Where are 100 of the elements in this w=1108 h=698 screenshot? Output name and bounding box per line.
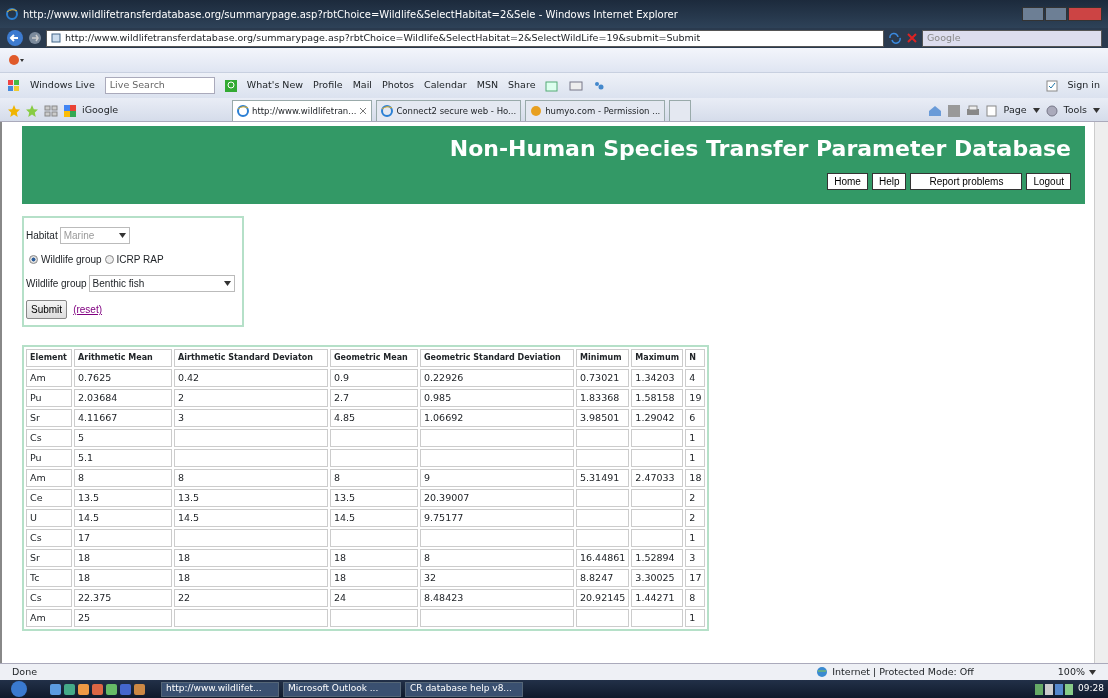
column-header: N xyxy=(685,349,706,367)
table-cell: 8 xyxy=(174,469,328,487)
browser-tab[interactable]: humyo.com - Permission ... xyxy=(525,100,666,121)
wildlife-group-select[interactable]: Benthic fish xyxy=(88,275,235,292)
page-icon xyxy=(985,104,998,117)
minimize-button[interactable] xyxy=(1022,7,1044,21)
checkbox-icon[interactable] xyxy=(1045,79,1058,92)
favorite-link[interactable]: iGoogle xyxy=(82,103,119,118)
zoom-control[interactable]: 100% xyxy=(1057,664,1085,680)
table-cell: Pu xyxy=(26,389,72,407)
table-cell: 1.44271 xyxy=(631,589,684,607)
toolbar-link[interactable]: Mail xyxy=(352,78,372,93)
home-icon[interactable] xyxy=(927,104,942,117)
caret-icon[interactable] xyxy=(1093,108,1100,113)
table-cell: 32 xyxy=(420,569,574,587)
table-cell: 1.83368 xyxy=(576,389,630,407)
radio-label: ICRP RAP xyxy=(116,253,164,267)
toolbar-link[interactable]: Profile xyxy=(313,78,343,93)
table-cell xyxy=(576,609,630,627)
table-cell: 5 xyxy=(74,429,172,447)
table-cell: 2 xyxy=(685,489,706,507)
table-cell xyxy=(631,449,684,467)
command-menu[interactable]: Tools xyxy=(1063,103,1087,118)
nav-button[interactable]: Logout xyxy=(1026,173,1071,190)
favorites-star-icon[interactable] xyxy=(8,104,20,117)
column-header: Geometric Standard Deviation xyxy=(420,349,574,367)
table-cell xyxy=(631,529,684,547)
quick-launch-icon[interactable] xyxy=(134,683,145,695)
nav-button[interactable]: Report problems xyxy=(910,173,1023,190)
site-icon xyxy=(530,105,543,117)
refresh-icon[interactable] xyxy=(888,32,902,44)
forward-icon[interactable] xyxy=(28,31,42,45)
taskbar-button[interactable]: http://www.wildlifet... xyxy=(161,681,279,697)
tab-grid-icon[interactable] xyxy=(44,104,58,117)
submit-button[interactable]: Submit xyxy=(26,300,68,319)
table-cell: 8.8247 xyxy=(576,569,630,587)
table-cell: 22 xyxy=(174,589,328,607)
nav-button[interactable]: Home xyxy=(827,173,868,190)
field-label: Wildlife group xyxy=(26,277,87,291)
quick-launch-icon[interactable] xyxy=(120,683,131,695)
radio-button[interactable] xyxy=(29,255,38,264)
caret-icon[interactable] xyxy=(1089,669,1096,675)
command-menu[interactable]: Page xyxy=(1003,103,1027,118)
caret-icon[interactable] xyxy=(1032,108,1040,113)
quick-launch-icon[interactable] xyxy=(92,683,103,695)
toolbar-icon[interactable] xyxy=(8,54,24,66)
reset-link[interactable]: (reset) xyxy=(73,302,103,317)
live-search-field[interactable]: Live Search xyxy=(104,77,215,94)
new-tab-button[interactable] xyxy=(669,100,692,121)
table-cell: 0.73021 xyxy=(576,369,630,387)
quick-launch-icon[interactable] xyxy=(78,683,89,695)
table-cell: 18 xyxy=(74,569,172,587)
table-cell xyxy=(576,509,630,527)
table-cell xyxy=(576,529,630,547)
search-icon[interactable] xyxy=(224,79,237,92)
table-cell: U xyxy=(26,509,72,527)
quick-launch-icon[interactable] xyxy=(50,683,61,695)
stop-icon[interactable] xyxy=(906,32,918,44)
address-field[interactable]: http://www.wildlifetransferdatabase.org/summarypage.asp?rbtChoice=Wildlife&SelectHabitat=2&SelectWildLife=19&submit=Submit xyxy=(46,29,884,47)
windows-live-link[interactable]: Windows Live xyxy=(30,78,95,93)
table-cell: 4.11667 xyxy=(74,409,172,427)
table-cell: 14.5 xyxy=(174,509,328,527)
sign-in-link[interactable]: Sign in xyxy=(1067,78,1100,93)
taskbar-button[interactable]: Microsoft Outlook ... xyxy=(283,681,401,697)
toolbar-link[interactable]: Share xyxy=(508,78,536,93)
quick-launch-icon[interactable] xyxy=(106,683,117,695)
table-cell: 20.39007 xyxy=(420,489,574,507)
table-cell: 9 xyxy=(420,469,574,487)
taskbar-button[interactable]: CR database help v8... xyxy=(405,681,523,697)
table-cell xyxy=(631,429,684,447)
scrollbar[interactable] xyxy=(1094,122,1108,663)
tab-label: humyo.com - Permission ... xyxy=(545,104,661,118)
window-title: http://www.wildlifetransferdatabase.org/summarypage.asp?rbtChoice=Wildlife&SelectHabitat=2&Sele - Windows Internet Explorer xyxy=(23,7,678,22)
close-button[interactable] xyxy=(1068,7,1102,21)
nav-button[interactable]: Help xyxy=(871,173,907,190)
printer-icon[interactable] xyxy=(965,104,980,117)
column-header: Arithmetic Mean xyxy=(74,349,172,367)
table-cell: 18 xyxy=(174,569,328,587)
toolbar-link[interactable]: Calendar xyxy=(424,78,467,93)
toolbar-link[interactable]: What's New xyxy=(246,78,304,93)
radio-button[interactable] xyxy=(104,255,114,264)
back-icon[interactable] xyxy=(6,29,24,47)
browser-tab[interactable]: Connect2 secure web - Ho... xyxy=(376,100,522,121)
table-cell: 18 xyxy=(174,549,328,567)
tray-icon xyxy=(1035,683,1076,695)
table-cell: 1.29042 xyxy=(631,409,684,427)
people-icon[interactable] xyxy=(593,79,606,92)
toolbar-link[interactable]: MSN xyxy=(476,78,499,93)
table-cell: 17 xyxy=(685,569,706,587)
table-cell: 25 xyxy=(74,609,172,627)
maximize-button[interactable] xyxy=(1045,7,1067,21)
table-cell: 18 xyxy=(74,549,172,567)
table-cell: 1 xyxy=(685,449,706,467)
quick-launch-icon[interactable] xyxy=(64,683,75,695)
table-cell: 13.5 xyxy=(174,489,328,507)
browser-tab[interactable]: http://www.wildlifetran... xyxy=(232,100,373,121)
column-header: Geometric Mean xyxy=(330,349,418,367)
toolbar-link[interactable]: Photos xyxy=(381,78,414,93)
ie-icon xyxy=(381,105,394,117)
close-icon[interactable] xyxy=(359,107,368,115)
